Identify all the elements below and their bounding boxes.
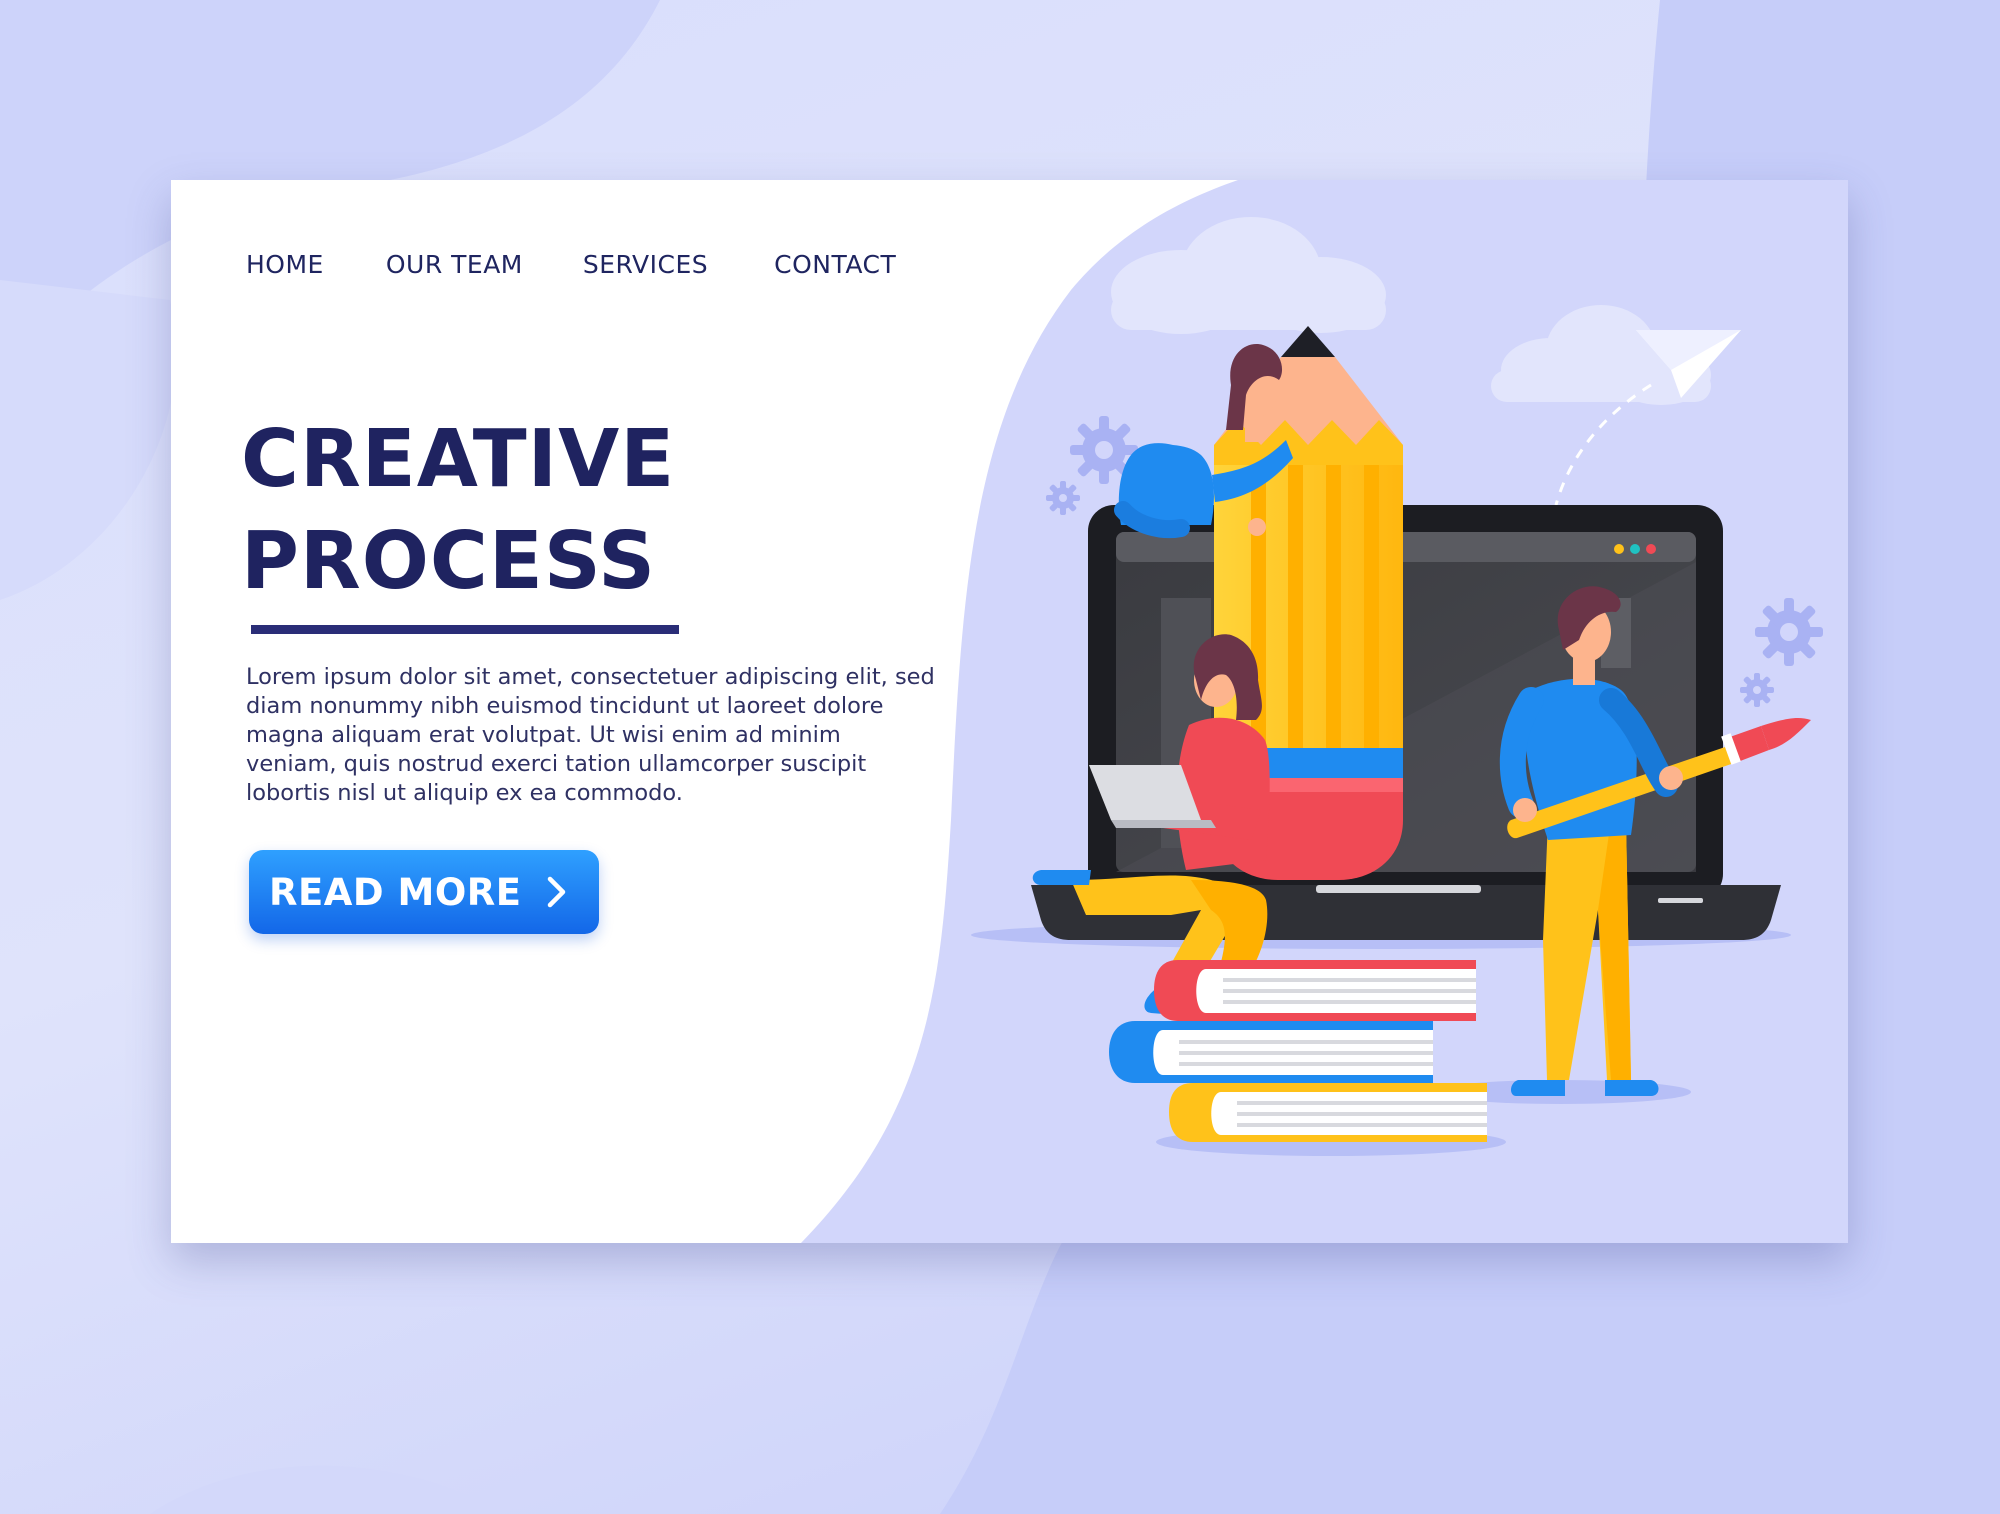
read-more-label: READ MORE <box>269 870 522 914</box>
nav-contact[interactable]: CONTACT <box>774 250 896 279</box>
hero-title-line1: CREATIVE <box>241 413 676 505</box>
title-underline <box>251 625 679 634</box>
nav-home[interactable]: HOME <box>246 250 324 279</box>
hero-title: CREATIVE PROCESS <box>241 408 675 612</box>
read-more-button[interactable]: READ MORE <box>249 850 599 934</box>
hero-title-line2: PROCESS <box>241 515 657 607</box>
main-nav: HOME OUR TEAM SERVICES CONTACT <box>246 250 896 279</box>
gear-icon <box>1755 598 1823 666</box>
nav-services[interactable]: SERVICES <box>583 250 708 279</box>
nav-our-team[interactable]: OUR TEAM <box>386 250 523 279</box>
laptop-icon <box>1031 505 1781 940</box>
gear-icon <box>1740 673 1774 707</box>
gear-icon <box>1046 481 1080 515</box>
landing-card: HOME OUR TEAM SERVICES CONTACT CREATIVE … <box>171 180 1848 1243</box>
hero-description: Lorem ipsum dolor sit amet, consectetuer… <box>246 664 935 806</box>
chevron-right-icon <box>547 876 565 908</box>
